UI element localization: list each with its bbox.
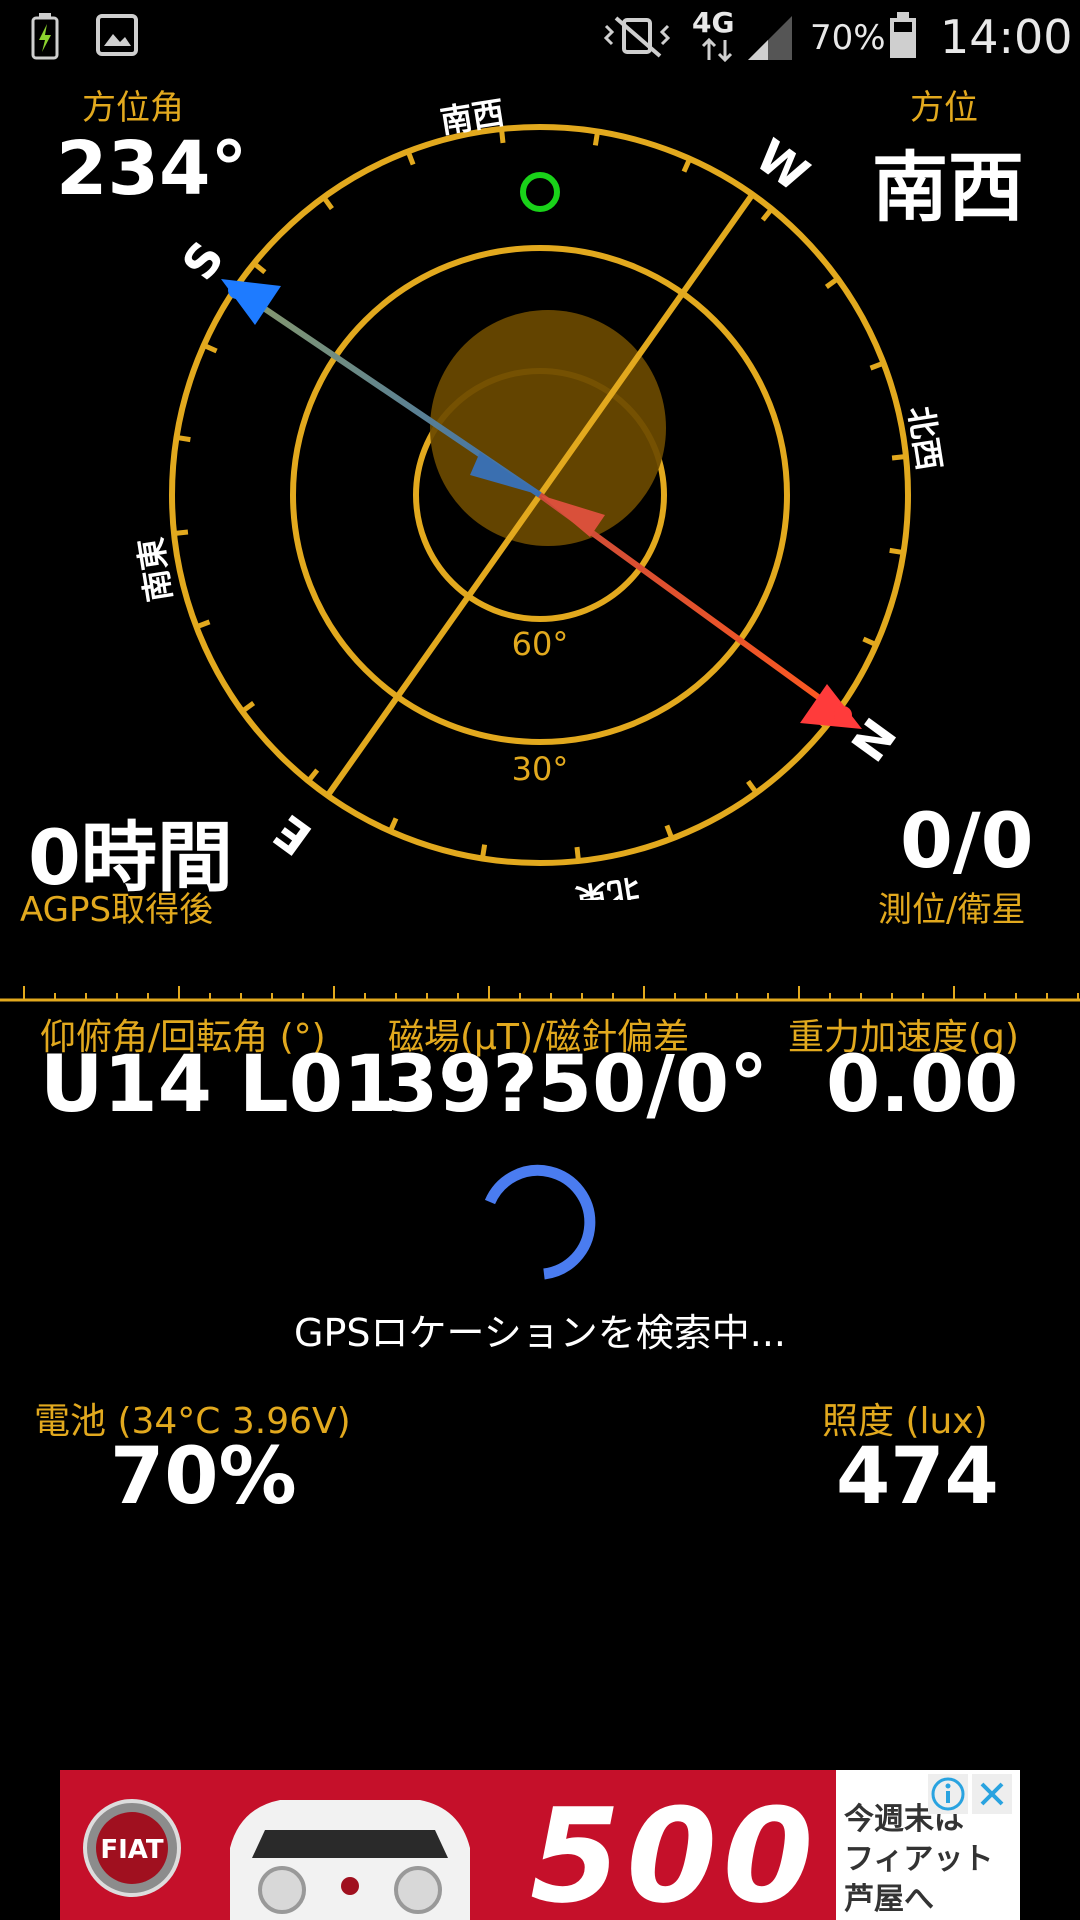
gallery-icon [96,14,138,56]
battery-icon [890,12,916,58]
cardinal-west: W [746,128,819,202]
mute-vibrate-icon [603,16,671,58]
ad-side-text-3: 芦屋へ [844,1882,934,1917]
cardinal-east: E [264,804,321,866]
ad-side-text-1: 今週末は [844,1802,964,1837]
gps-search-status: GPSロケーションを検索中... [294,1311,786,1355]
ring-label-30: 30° [512,750,569,788]
compass-dial: 60° 30° W S E N 南西 北西 北東 南東 [131,93,948,900]
battery-value: 70% [110,1432,297,1522]
ad-model: 500 [530,1780,820,1920]
tilt-value: U14 L01 [40,1040,398,1130]
intercardinal-southwest: 南西 [438,93,507,141]
intercardinal-southeast: 南東 [131,535,179,604]
intercardinal-northeast: 北東 [573,871,642,900]
fix-label: 測位/衛星 [878,890,1026,930]
ring-label-60: 60° [512,625,569,663]
close-icon[interactable] [972,1774,1012,1814]
ad-side-text-2: フィアット [844,1842,994,1877]
clock: 14:00 [940,10,1073,64]
fix-value: 0/0 [900,796,1034,885]
battery-charging-icon [31,13,59,60]
info-icon[interactable] [928,1774,968,1814]
status-bar: 4G 70% 14:00 [0,0,1080,72]
data-arrows-icon [701,38,733,62]
network-type: 4G [692,6,735,39]
fiat-logo: FIAT [83,1799,181,1897]
illuminance-value: 474 [836,1432,999,1522]
car-image [230,1800,470,1920]
loading-spinner-icon [484,1164,596,1280]
battery-percent: 70% [810,18,886,58]
ad-brand: FIAT [100,1835,164,1865]
gravity-value: 0.00 [826,1040,1019,1130]
agps-time-label: AGPS取得後 [20,890,214,930]
sun-position-disc [430,310,666,546]
ad-banner[interactable]: FIAT 500 今週末は フィアット 芦屋へ [60,1770,1020,1920]
pitch-ruler [0,986,1080,1002]
magnetic-value: 39?50/0° [384,1040,769,1130]
satellite-marker [520,172,560,212]
signal-icon [748,16,792,60]
